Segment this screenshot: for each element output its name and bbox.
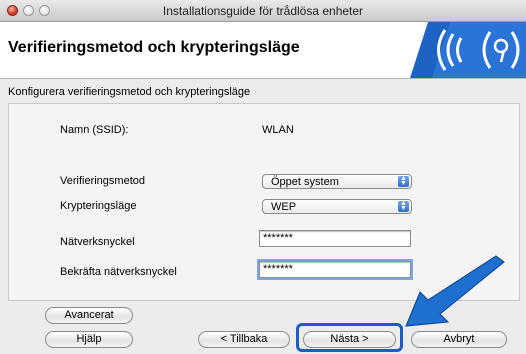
pointer-arrow-icon xyxy=(405,255,505,327)
wizard-window: Installationsguide för trådlösa enheter … xyxy=(0,0,526,354)
